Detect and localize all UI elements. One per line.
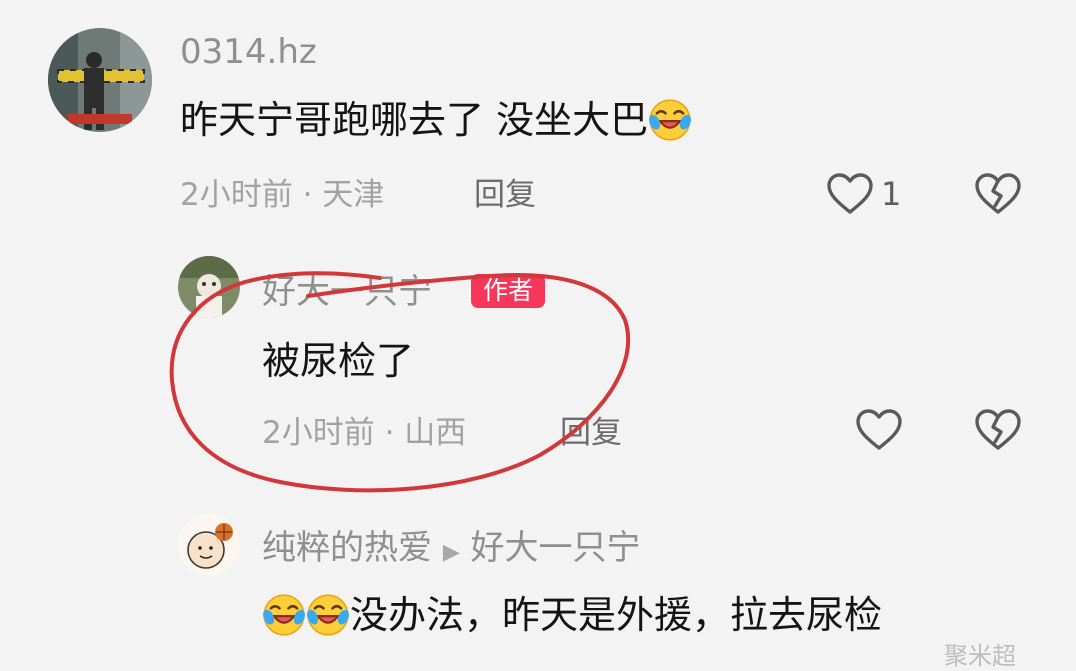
comment-username-line: 纯粹的热爱 ▶ 好大一只宁 (262, 528, 641, 573)
reply-to-username[interactable]: 好大一只宁 (471, 528, 641, 568)
comment-text-body: 没办法，昨天是外援，拉去尿检 (350, 593, 883, 637)
comment-username[interactable]: 纯粹的热爱 (262, 528, 432, 568)
laugh-cry-emoji-icon (262, 593, 306, 637)
comment-text: 没办法，昨天是外援，拉去尿检 (262, 592, 882, 638)
laugh-cry-emoji-icon (306, 593, 350, 637)
reply-to-arrow-icon: ▶ (442, 540, 460, 565)
watermark: 聚米超 (944, 642, 1016, 670)
avatar[interactable] (178, 514, 240, 576)
